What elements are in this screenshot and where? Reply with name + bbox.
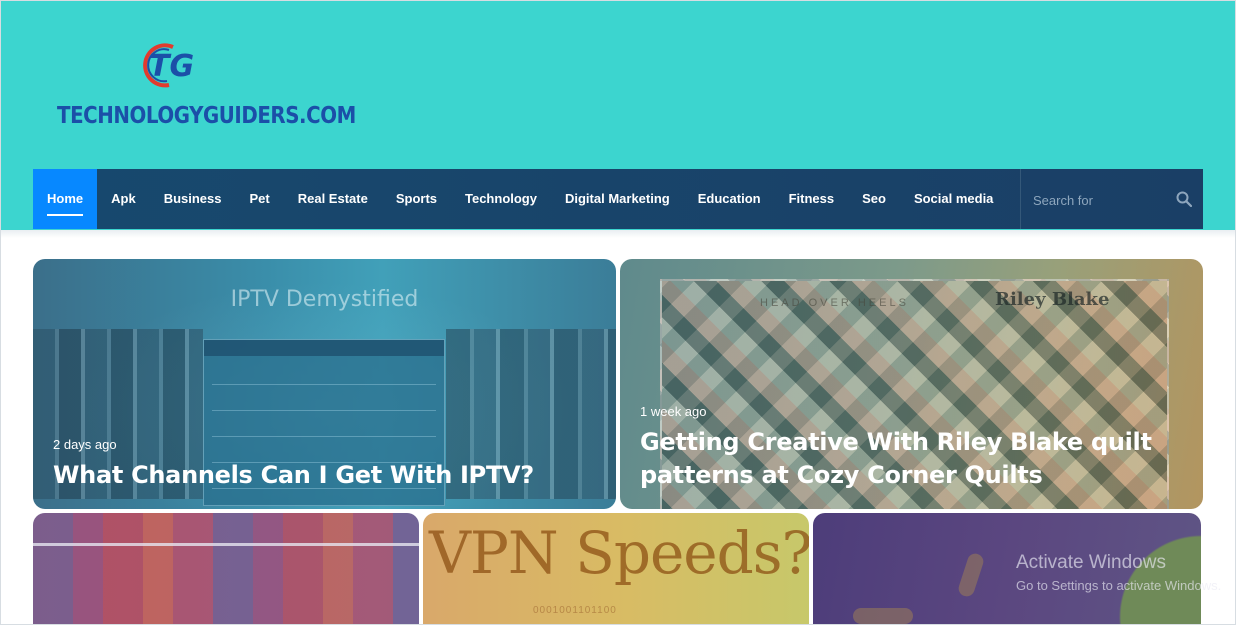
nav-item-social-media[interactable]: Social media [900,169,1007,229]
search-icon[interactable] [1176,191,1192,207]
main-nav: Home Apk Business Pet Real Estate Sports… [33,169,1203,229]
nav-item-fitness[interactable]: Fitness [775,169,849,229]
nav-item-home[interactable]: Home [33,169,98,229]
nav-item-seo[interactable]: Seo [848,169,900,229]
nav-item-digital-marketing[interactable]: Digital Marketing [551,169,684,229]
post-date: 2 days ago [53,437,117,452]
nav-item-education[interactable]: Education [684,169,775,229]
watermark-line-1: Activate Windows [1016,552,1166,573]
image-headline: VPN Speeds? [429,519,809,587]
capsule-shape [956,551,986,599]
quilt-header-text: HEAD OVER HEELS [760,297,909,309]
tv-guide-row [212,362,436,385]
logo-text: TECHNOLOGYGUIDERS.COM [57,103,356,129]
nav-item-technology[interactable]: Technology [451,169,551,229]
tg-logo-icon: TG [143,43,194,88]
windows-activation-watermark: Activate Windows Go to Settings to activ… [1016,552,1221,593]
nav-item-pet[interactable]: Pet [236,169,284,229]
site-header: TG TECHNOLOGYGUIDERS.COM Home Apk Busine… [1,1,1235,230]
tv-guide-row [212,388,436,411]
quilt-brand-logo: Riley Blake [995,289,1110,310]
post-thumbnail [33,513,419,624]
nav-item-real-estate[interactable]: Real Estate [284,169,382,229]
site-logo[interactable]: TG TECHNOLOGYGUIDERS.COM [55,41,356,136]
logo-mark-text: TG [149,49,194,84]
nav-item-apk[interactable]: Apk [97,169,150,229]
search-box [1020,169,1204,229]
post-card-vpn[interactable]: VPN Speeds? 0001001101100 [423,513,809,624]
watermark-line-2: Go to Settings to activate Windows. [1016,578,1222,593]
post-card-riley-blake[interactable]: HEAD OVER HEELS Riley Blake 1 week ago G… [620,259,1203,509]
search-input[interactable] [1031,185,1165,215]
capsule-shape [853,608,913,624]
nav-menu: Home Apk Business Pet Real Estate Sports… [33,169,1007,229]
post-title[interactable]: What Channels Can I Get With IPTV? [53,459,598,492]
post-title[interactable]: Getting Creative With Riley Blake quilt … [640,426,1185,492]
tv-guide-tabs [204,340,444,356]
clothes-rail [33,543,419,546]
post-card-clothing[interactable] [33,513,419,624]
post-thumbnail: VPN Speeds? 0001001101100 [423,513,809,624]
browser-viewport: TG TECHNOLOGYGUIDERS.COM Home Apk Busine… [0,0,1236,625]
post-date: 1 week ago [640,404,707,419]
header-shadow [1,230,1235,238]
nav-item-sports[interactable]: Sports [382,169,451,229]
nav-item-business[interactable]: Business [150,169,236,229]
tv-guide-row [212,414,436,437]
image-caption: IPTV Demystified [230,287,419,312]
binary-text: 0001001101100 [533,605,617,616]
post-card-iptv[interactable]: IPTV Demystified 2 days ago What Channel… [33,259,616,509]
